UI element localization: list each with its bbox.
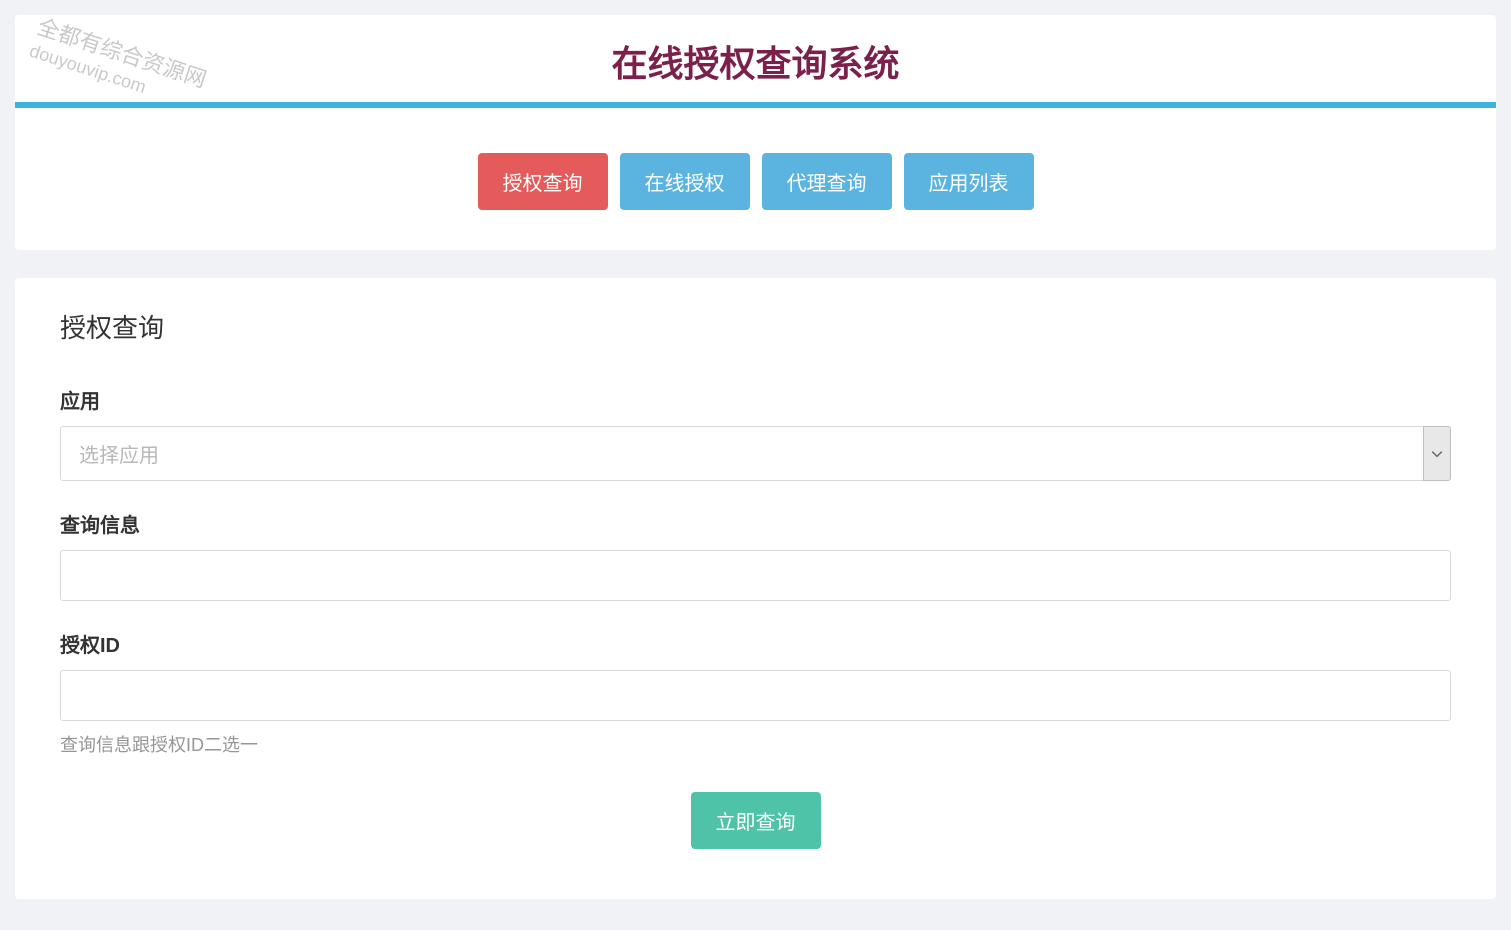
page-title: 在线授权查询系统 <box>15 15 1496 102</box>
app-select[interactable]: 选择应用 <box>60 426 1451 481</box>
app-label: 应用 <box>60 385 1451 414</box>
auth-id-input[interactable] <box>60 670 1451 721</box>
form-title: 授权查询 <box>60 308 1451 345</box>
auth-id-label: 授权ID <box>60 629 1451 658</box>
form-group-app: 应用 选择应用 <box>60 385 1451 481</box>
chevron-down-icon <box>1431 448 1443 460</box>
divider-bar <box>15 102 1496 108</box>
header-card: 在线授权查询系统 授权查询 在线授权 代理查询 应用列表 <box>15 15 1496 250</box>
form-card: 授权查询 应用 选择应用 查询信息 授权ID 查询信息跟授权ID二选一 立即查询 <box>15 278 1496 899</box>
query-info-label: 查询信息 <box>60 509 1451 538</box>
app-select-toggle[interactable] <box>1423 426 1451 481</box>
nav-app-list-button[interactable]: 应用列表 <box>904 153 1034 210</box>
form-group-auth-id: 授权ID 查询信息跟授权ID二选一 <box>60 629 1451 757</box>
submit-button[interactable]: 立即查询 <box>691 792 821 849</box>
nav-online-auth-button[interactable]: 在线授权 <box>620 153 750 210</box>
help-text: 查询信息跟授权ID二选一 <box>60 731 1451 757</box>
app-select-value: 选择应用 <box>60 426 1423 481</box>
scroll-top-button[interactable] <box>1406 840 1486 890</box>
nav-auth-query-button[interactable]: 授权查询 <box>478 153 608 210</box>
submit-wrap: 立即查询 <box>60 792 1451 849</box>
query-info-input[interactable] <box>60 550 1451 601</box>
nav-agent-query-button[interactable]: 代理查询 <box>762 153 892 210</box>
form-group-query-info: 查询信息 <box>60 509 1451 601</box>
nav-buttons: 授权查询 在线授权 代理查询 应用列表 <box>15 153 1496 210</box>
